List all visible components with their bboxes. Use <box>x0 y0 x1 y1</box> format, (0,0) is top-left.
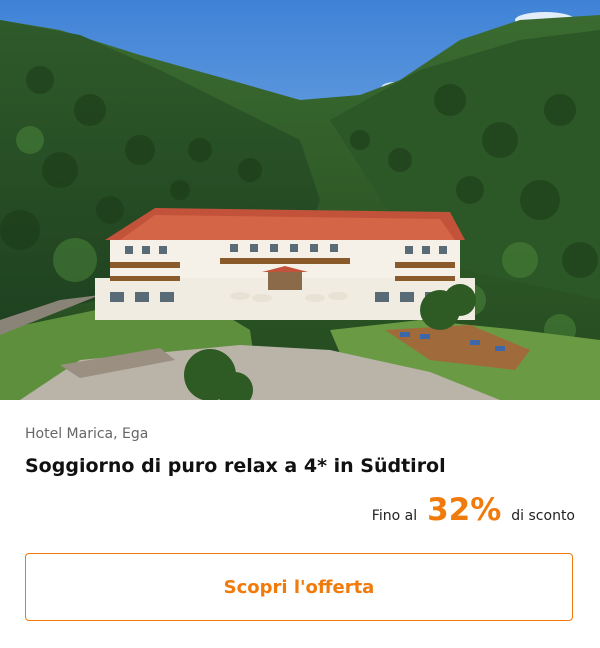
discover-offer-button[interactable]: Scopri l'offerta <box>25 553 573 621</box>
offer-title[interactable]: Soggiorno di puro relax a 4* in Südtirol <box>25 455 446 477</box>
discount-info: Fino al 32% di sconto <box>372 492 575 528</box>
discount-percentage: 32% <box>427 492 502 528</box>
discount-prefix: Fino al <box>371 508 418 524</box>
discover-offer-label: Scopri l'offerta <box>223 576 375 598</box>
hotel-photo[interactable] <box>0 0 600 400</box>
hotel-location: Hotel Marica, Ega <box>25 426 149 442</box>
offer-card[interactable]: Hotel Marica, Ega Soggiorno di puro rela… <box>0 0 600 648</box>
hotel-photo-illustration <box>0 0 600 400</box>
discount-suffix: di sconto <box>511 508 575 524</box>
